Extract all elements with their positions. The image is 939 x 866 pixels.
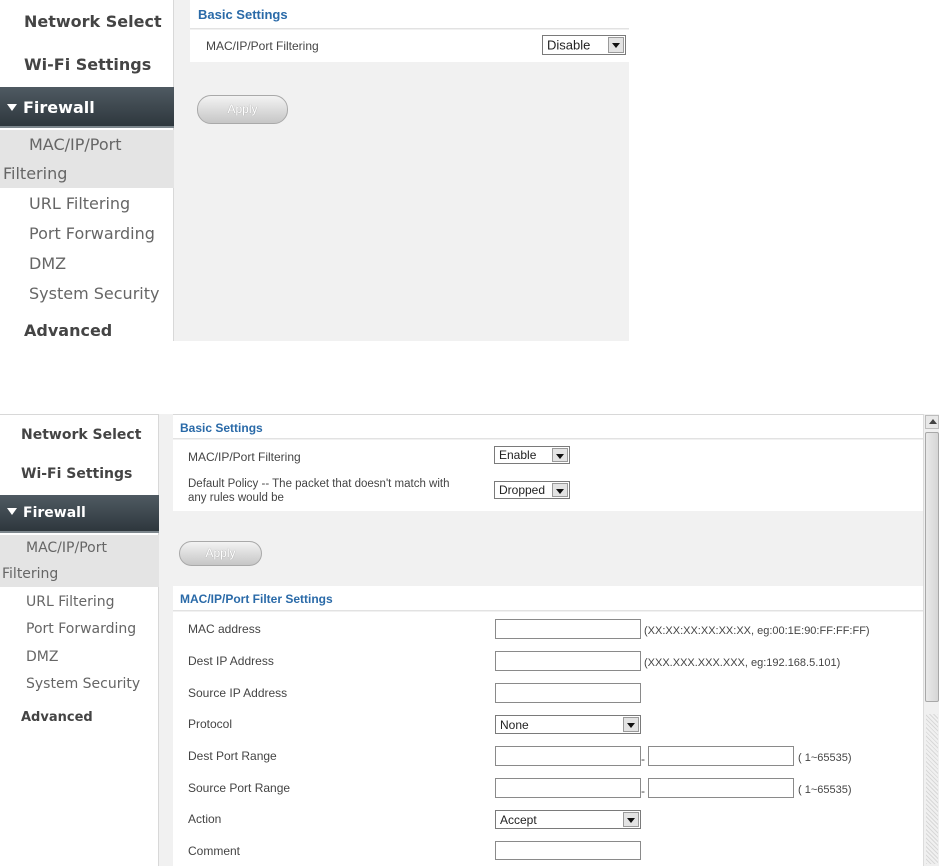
filter-settings-body: MAC address (XX:XX:XX:XX:XX:XX, eg:00:1E… bbox=[173, 612, 923, 866]
nav-url-filtering[interactable]: URL Filtering bbox=[26, 594, 115, 610]
vertical-scrollbar[interactable] bbox=[923, 414, 939, 866]
nav-system-security[interactable]: System Security bbox=[26, 676, 140, 692]
dest-port-range-hint: ( 1~65535) bbox=[798, 752, 852, 764]
dest-port-end-input[interactable] bbox=[648, 746, 794, 766]
firewall-panel-enabled: Network Select Wi-Fi Settings Firewall M… bbox=[0, 414, 939, 866]
default-policy-label-1: Default Policy -- The packet that doesn'… bbox=[188, 478, 450, 490]
mac-address-label: MAC address bbox=[188, 622, 261, 636]
protocol-select[interactable]: None bbox=[495, 715, 641, 734]
expand-triangle-icon bbox=[7, 508, 17, 515]
dest-ip-hint: (XXX.XXX.XXX.XXX, eg:192.168.5.101) bbox=[644, 657, 841, 669]
protocol-label: Protocol bbox=[188, 717, 233, 731]
nav-firewall[interactable]: Firewall bbox=[0, 495, 159, 533]
nav-port-forwarding[interactable]: Port Forwarding bbox=[26, 621, 136, 637]
comment-label: Comment bbox=[188, 844, 241, 858]
source-port-start-input[interactable] bbox=[495, 778, 641, 798]
nav-firewall-label: Firewall bbox=[23, 505, 86, 521]
comment-input[interactable] bbox=[495, 841, 641, 860]
scroll-up-arrow-icon[interactable] bbox=[925, 415, 939, 429]
nav-mac-ip-port-filtering[interactable]: MAC/IP/Port Filtering bbox=[0, 535, 159, 587]
default-policy-select-value: Dropped bbox=[499, 483, 546, 497]
source-ip-input[interactable] bbox=[495, 683, 641, 703]
expand-triangle-icon bbox=[7, 104, 17, 111]
nav-network-select[interactable]: Network Select bbox=[21, 427, 141, 443]
basic-settings-header: Basic Settings bbox=[190, 0, 629, 29]
basic-settings-header: Basic Settings bbox=[173, 414, 923, 439]
basic-settings-body: MAC/IP/Port Filtering Enable Default Pol… bbox=[173, 440, 923, 511]
nav-advanced[interactable]: Advanced bbox=[24, 321, 112, 340]
dropdown-arrow-icon bbox=[552, 483, 568, 497]
default-policy-label: Default Policy -- The packet that doesn'… bbox=[188, 477, 450, 505]
filter-select-value: Disable bbox=[547, 37, 591, 53]
sidebar: Network Select Wi-Fi Settings Firewall M… bbox=[0, 0, 174, 341]
dropdown-arrow-icon bbox=[608, 37, 624, 53]
nav-dmz[interactable]: DMZ bbox=[26, 649, 58, 665]
filter-label: MAC/IP/Port Filtering bbox=[188, 450, 301, 464]
action-label: Action bbox=[188, 812, 222, 826]
nav-firewall[interactable]: Firewall bbox=[0, 87, 174, 128]
mac-address-input[interactable] bbox=[495, 619, 641, 639]
dest-port-range-label: Dest Port Range bbox=[188, 749, 277, 763]
default-policy-select[interactable]: Dropped bbox=[494, 481, 570, 499]
dropdown-arrow-icon bbox=[552, 448, 568, 462]
nav-mac-ip-port-filtering[interactable]: MAC/IP/Port Filtering bbox=[0, 130, 174, 188]
dest-port-start-input[interactable] bbox=[495, 746, 641, 766]
dest-port-range-separator: - bbox=[641, 752, 645, 766]
apply-button[interactable]: Apply bbox=[179, 541, 262, 566]
source-port-end-input[interactable] bbox=[648, 778, 794, 798]
nav-advanced[interactable]: Advanced bbox=[21, 710, 93, 725]
nav-network-select[interactable]: Network Select bbox=[24, 12, 162, 31]
source-ip-label: Source IP Address bbox=[188, 686, 288, 700]
nav-mac-ip-port-label-1: MAC/IP/Port bbox=[26, 540, 107, 556]
source-port-range-separator: - bbox=[641, 784, 645, 798]
apply-button[interactable]: Apply bbox=[197, 95, 288, 124]
nav-wifi-settings[interactable]: Wi-Fi Settings bbox=[21, 466, 132, 482]
filter-select[interactable]: Disable bbox=[542, 35, 626, 55]
source-port-range-hint: ( 1~65535) bbox=[798, 784, 852, 796]
mac-address-hint: (XX:XX:XX:XX:XX:XX, eg:00:1E:90:FF:FF:FF… bbox=[644, 625, 870, 637]
dropdown-arrow-icon bbox=[623, 717, 639, 732]
scroll-track[interactable] bbox=[926, 714, 938, 864]
basic-settings-body: MAC/IP/Port Filtering Disable bbox=[190, 30, 629, 62]
sidebar: Network Select Wi-Fi Settings Firewall M… bbox=[0, 414, 159, 866]
nav-mac-ip-port-label-1: MAC/IP/Port bbox=[29, 135, 122, 154]
protocol-select-value: None bbox=[500, 717, 529, 732]
filter-label: MAC/IP/Port Filtering bbox=[206, 39, 319, 53]
nav-mac-ip-port-label-2: Filtering bbox=[3, 164, 68, 183]
nav-port-forwarding[interactable]: Port Forwarding bbox=[29, 224, 155, 243]
default-policy-label-2: any rules would be bbox=[188, 492, 284, 504]
filter-select-value: Enable bbox=[499, 448, 537, 462]
nav-system-security[interactable]: System Security bbox=[29, 284, 159, 303]
nav-wifi-settings[interactable]: Wi-Fi Settings bbox=[24, 55, 151, 74]
dest-ip-label: Dest IP Address bbox=[188, 654, 274, 668]
action-select-value: Accept bbox=[500, 812, 537, 827]
firewall-panel-disabled: Network Select Wi-Fi Settings Firewall M… bbox=[0, 0, 629, 341]
dest-ip-input[interactable] bbox=[495, 651, 641, 671]
filter-select[interactable]: Enable bbox=[494, 446, 570, 464]
scroll-thumb[interactable] bbox=[925, 432, 939, 702]
nav-mac-ip-port-label-2: Filtering bbox=[2, 566, 59, 582]
filter-settings-header: MAC/IP/Port Filter Settings bbox=[173, 586, 923, 611]
action-select[interactable]: Accept bbox=[495, 810, 641, 829]
nav-dmz[interactable]: DMZ bbox=[29, 254, 66, 273]
nav-firewall-label: Firewall bbox=[23, 98, 95, 117]
dropdown-arrow-icon bbox=[623, 812, 639, 827]
nav-url-filtering[interactable]: URL Filtering bbox=[29, 194, 130, 213]
source-port-range-label: Source Port Range bbox=[188, 781, 291, 795]
